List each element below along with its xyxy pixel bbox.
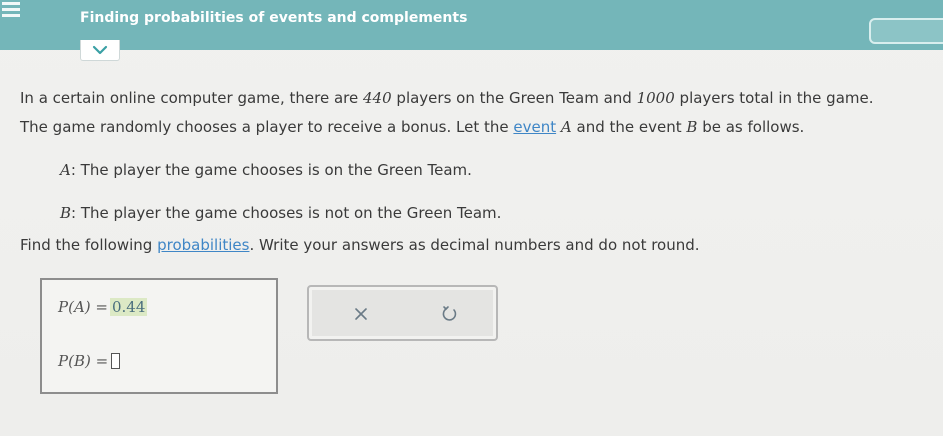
undo-button[interactable] (435, 299, 465, 329)
header-bar: Finding probabilities of events and comp… (0, 0, 943, 50)
line1-prefix: In a certain online computer game, there… (20, 89, 364, 107)
answer-row-pb: P(B) = (58, 352, 121, 370)
event-b-text: : The player the game chooses is not on … (71, 204, 502, 222)
total-player-count: 1000 (636, 89, 675, 107)
page: Finding probabilities of events and comp… (0, 0, 943, 436)
line2-middle: and the event (571, 118, 687, 136)
line1-suffix: players total in the game. (674, 89, 874, 107)
header-toggle[interactable] (869, 18, 943, 44)
event-a-definition: A: The player the game chooses is on the… (60, 161, 472, 179)
question-line-2: The game randomly chooses a player to re… (20, 118, 804, 136)
event-link[interactable]: event (513, 118, 556, 136)
green-team-count: 440 (363, 89, 392, 107)
collapse-toggle[interactable] (80, 40, 120, 61)
undo-icon (442, 306, 457, 321)
variable-b: B (686, 118, 698, 136)
pa-input[interactable]: 0.44 (109, 298, 148, 316)
event-b-label: B (60, 204, 72, 222)
event-b-definition: B: The player the game chooses is not on… (60, 204, 501, 222)
variable-a: A (560, 118, 572, 136)
line1-middle: players on the Green Team and (391, 89, 637, 107)
pb-label: P(B) = (58, 352, 109, 370)
answer-row-pa: P(A) = 0.44 (58, 298, 148, 316)
header-title: Finding probabilities of events and comp… (80, 10, 468, 26)
line2-prefix: The game randomly chooses a player to re… (20, 118, 514, 136)
instruction-suffix: . Write your answers as decimal numbers … (249, 236, 700, 254)
line2-suffix: be as follows. (697, 118, 805, 136)
clear-button[interactable] (346, 299, 376, 329)
pa-label: P(A) = (58, 298, 108, 316)
menu-icon[interactable] (0, 0, 24, 24)
answer-box: P(A) = 0.44 P(B) = (40, 278, 278, 394)
pb-input[interactable] (111, 353, 121, 369)
question-line-1: In a certain online computer game, there… (20, 89, 874, 107)
chevron-down-icon (92, 45, 108, 55)
close-icon (355, 308, 367, 320)
event-a-text: : The player the game chooses is on the … (70, 161, 472, 179)
event-a-label: A (60, 161, 71, 179)
action-panel (307, 285, 498, 341)
instruction-line: Find the following probabilities. Write … (20, 236, 700, 254)
instruction-prefix: Find the following (20, 236, 158, 254)
probabilities-link[interactable]: probabilities (157, 236, 249, 254)
